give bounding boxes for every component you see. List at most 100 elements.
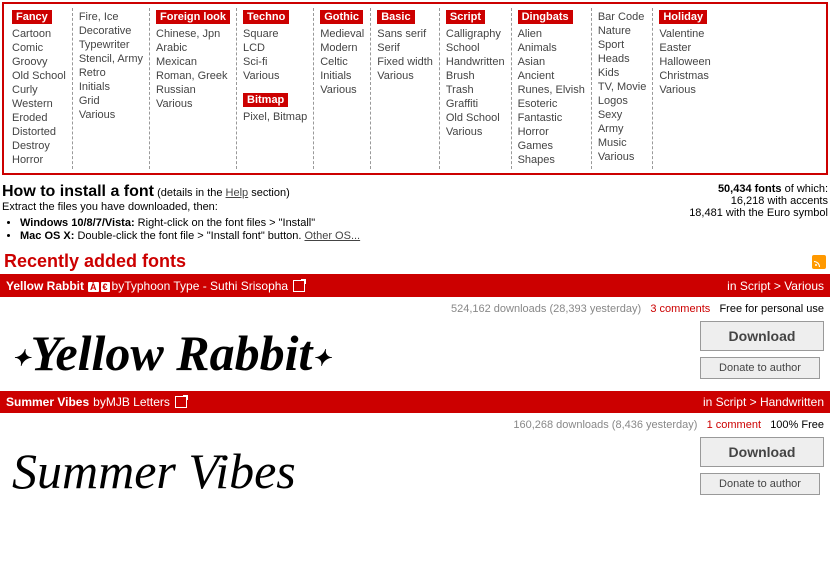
rss-icon[interactable] xyxy=(812,255,826,269)
category-item[interactable]: Games xyxy=(518,139,585,153)
category-item[interactable]: Fixed width xyxy=(377,55,433,69)
category-item[interactable]: Army xyxy=(598,122,647,136)
category-item[interactable]: Various xyxy=(79,108,143,122)
category-item[interactable]: LCD xyxy=(243,41,307,55)
category-item[interactable]: Asian xyxy=(518,55,585,69)
category-header[interactable]: Script xyxy=(446,10,485,24)
category-item[interactable]: School xyxy=(446,41,505,55)
download-button[interactable]: Download xyxy=(700,321,824,351)
font-comments-link[interactable]: 3 comments xyxy=(650,303,710,315)
category-item[interactable]: Pixel, Bitmap xyxy=(243,110,307,124)
category-item[interactable]: Sans serif xyxy=(377,27,433,41)
category-item[interactable]: Various xyxy=(156,97,230,111)
category-item[interactable]: Celtic xyxy=(320,55,364,69)
font-preview[interactable]: Summer Vibes xyxy=(0,436,694,502)
category-header[interactable]: Bitmap xyxy=(243,93,288,107)
font-preview[interactable]: ✦Yellow Rabbit✦ xyxy=(0,322,694,384)
category-item[interactable]: Brush xyxy=(446,69,505,83)
category-item[interactable]: Runes, Elvish xyxy=(518,83,585,97)
category-item[interactable]: Calligraphy xyxy=(446,27,505,41)
category-item[interactable]: Typewriter xyxy=(79,38,143,52)
font-name-link[interactable]: Summer Vibes xyxy=(6,395,89,409)
category-item[interactable]: Horror xyxy=(12,153,66,167)
category-item[interactable]: Animals xyxy=(518,41,585,55)
category-item[interactable]: Destroy xyxy=(12,139,66,153)
category-item[interactable]: Various xyxy=(659,83,710,97)
category-item[interactable]: Curly xyxy=(12,83,66,97)
category-item[interactable]: Christmas xyxy=(659,69,710,83)
category-header[interactable]: Basic xyxy=(377,10,414,24)
font-comments-link[interactable]: 1 comment xyxy=(707,419,761,431)
category-item[interactable]: Nature xyxy=(598,24,647,38)
category-item[interactable]: Graffiti xyxy=(446,97,505,111)
donate-button[interactable]: Donate to author xyxy=(700,357,820,379)
category-item[interactable]: Shapes xyxy=(518,153,585,167)
category-item[interactable]: Various xyxy=(243,69,307,83)
category-item[interactable]: Bar Code xyxy=(598,10,647,24)
category-item[interactable]: Distorted xyxy=(12,125,66,139)
external-link-icon[interactable] xyxy=(293,280,305,292)
category-item[interactable]: Easter xyxy=(659,41,710,55)
category-item[interactable]: Various xyxy=(377,69,433,83)
category-header[interactable]: Techno xyxy=(243,10,289,24)
category-item[interactable]: Old School xyxy=(12,69,66,83)
category-item[interactable]: Ancient xyxy=(518,69,585,83)
category-item[interactable]: Kids xyxy=(598,66,647,80)
category-item[interactable]: Initials xyxy=(79,80,143,94)
font-category[interactable]: in Script > Various xyxy=(727,279,824,293)
category-item[interactable]: Russian xyxy=(156,83,230,97)
category-item[interactable]: Arabic xyxy=(156,41,230,55)
category-item[interactable]: Eroded xyxy=(12,111,66,125)
category-item[interactable]: Decorative xyxy=(79,24,143,38)
font-name-link[interactable]: Yellow Rabbit xyxy=(6,279,84,293)
font-author-link[interactable]: MJB Letters xyxy=(106,395,170,409)
category-item[interactable]: Horror xyxy=(518,125,585,139)
category-item[interactable]: Heads xyxy=(598,52,647,66)
category-item[interactable]: Fire, Ice xyxy=(79,10,143,24)
category-item[interactable]: Old School xyxy=(446,111,505,125)
category-item[interactable]: Various xyxy=(446,125,505,139)
category-item[interactable]: Medieval xyxy=(320,27,364,41)
category-item[interactable]: Valentine xyxy=(659,27,710,41)
font-category[interactable]: in Script > Handwritten xyxy=(703,395,824,409)
category-item[interactable]: Retro xyxy=(79,66,143,80)
category-item[interactable]: Stencil, Army xyxy=(79,52,143,66)
category-item[interactable]: TV, Movie xyxy=(598,80,647,94)
other-os-link[interactable]: Other OS... xyxy=(304,230,360,242)
category-item[interactable]: Halloween xyxy=(659,55,710,69)
download-button[interactable]: Download xyxy=(700,437,824,467)
category-item[interactable]: Sci-fi xyxy=(243,55,307,69)
category-item[interactable]: Comic xyxy=(12,41,66,55)
help-link[interactable]: Help xyxy=(226,187,249,199)
category-item[interactable]: Logos xyxy=(598,94,647,108)
category-item[interactable]: Initials xyxy=(320,69,364,83)
category-item[interactable]: Western xyxy=(12,97,66,111)
category-item[interactable]: Various xyxy=(320,83,364,97)
category-item[interactable]: Sport xyxy=(598,38,647,52)
category-item[interactable]: Sexy xyxy=(598,108,647,122)
category-item[interactable]: Roman, Greek xyxy=(156,69,230,83)
category-item[interactable]: Serif xyxy=(377,41,433,55)
category-item[interactable]: Esoteric xyxy=(518,97,585,111)
category-header[interactable]: Foreign look xyxy=(156,10,230,24)
donate-button[interactable]: Donate to author xyxy=(700,473,820,495)
category-item[interactable]: Music xyxy=(598,136,647,150)
category-item[interactable]: Grid xyxy=(79,94,143,108)
font-author-link[interactable]: Typhoon Type - Suthi Srisopha xyxy=(124,279,288,293)
category-header[interactable]: Fancy xyxy=(12,10,52,24)
category-item[interactable]: Handwritten xyxy=(446,55,505,69)
category-item[interactable]: Alien xyxy=(518,27,585,41)
category-header[interactable]: Gothic xyxy=(320,10,363,24)
category-item[interactable]: Trash xyxy=(446,83,505,97)
category-item[interactable]: Groovy xyxy=(12,55,66,69)
category-item[interactable]: Various xyxy=(598,150,647,164)
category-item[interactable]: Fantastic xyxy=(518,111,585,125)
external-link-icon[interactable] xyxy=(175,396,187,408)
category-item[interactable]: Cartoon xyxy=(12,27,66,41)
category-item[interactable]: Mexican xyxy=(156,55,230,69)
category-item[interactable]: Square xyxy=(243,27,307,41)
category-item[interactable]: Chinese, Jpn xyxy=(156,27,230,41)
category-header[interactable]: Dingbats xyxy=(518,10,573,24)
category-header[interactable]: Holiday xyxy=(659,10,707,24)
category-item[interactable]: Modern xyxy=(320,41,364,55)
